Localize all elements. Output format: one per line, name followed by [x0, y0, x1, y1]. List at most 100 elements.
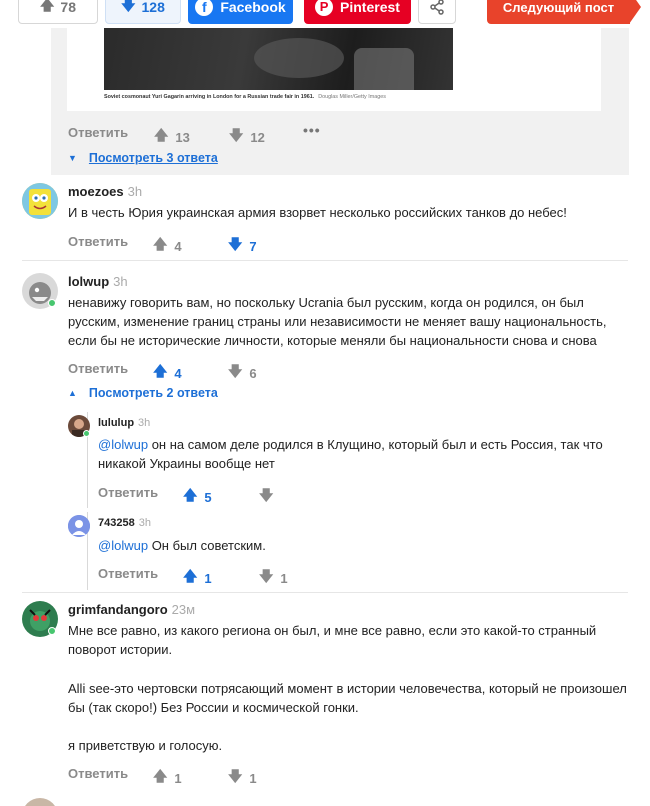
username[interactable]: grimfandangoro 23м: [68, 602, 195, 617]
facebook-share-button[interactable]: f Facebook: [188, 0, 293, 24]
view-replies-label: Посмотреть 2 ответа: [88, 386, 218, 400]
caption-credit: Douglas Miller/Getty Images: [318, 94, 386, 100]
gagarin-photo: [104, 28, 453, 90]
reply-label: Ответить: [68, 234, 129, 249]
post-downvote-button[interactable]: 🡇 128: [105, 0, 181, 24]
comment-text: И в честь Юрия украинская армия взорвет …: [68, 205, 567, 220]
downvote-button[interactable]: 🡇 1: [259, 566, 288, 590]
username-text: lululup: [98, 417, 135, 429]
caret-down-icon: ▼: [68, 153, 77, 163]
share-button[interactable]: [418, 0, 456, 24]
upvote-count: 5: [204, 489, 212, 505]
downvote-button[interactable]: 🡇 6: [228, 361, 257, 385]
upvote-count: 4: [174, 365, 182, 381]
share-icon: [430, 0, 444, 15]
downvote-button[interactable]: 🡇: [259, 485, 280, 509]
divider: [22, 260, 628, 261]
caption-text: Soviet cosmonaut Yuri Gagarin arriving i…: [104, 94, 315, 100]
more-options-icon[interactable]: •••: [303, 122, 321, 138]
upvote-count: 1: [204, 570, 212, 586]
pinterest-icon: P: [315, 0, 334, 16]
upvote-button[interactable]: 🡅 1: [183, 566, 212, 590]
timestamp: 3h: [138, 517, 151, 529]
username-text: grimfandangoro: [68, 602, 168, 617]
arrow-up-icon: 🡅: [153, 768, 168, 784]
reply-button[interactable]: Ответить: [98, 566, 158, 581]
online-indicator: [48, 299, 56, 307]
upvote-button[interactable]: 🡅 5: [183, 485, 212, 509]
downvote-button[interactable]: 🡇 1: [228, 766, 257, 790]
view-replies-label: Посмотреть 3 ответа: [88, 151, 218, 165]
comment-image: Soviet cosmonaut Yuri Gagarin arriving i…: [67, 28, 601, 111]
default-user-avatar-icon: [68, 515, 90, 537]
upvote-button[interactable]: 🡅 4: [153, 361, 182, 385]
username-text: lolwup: [68, 274, 110, 289]
comment-text: я приветствую и голосую.: [68, 738, 223, 753]
arrow-up-icon: 🡅: [153, 363, 168, 379]
share-toolbar: 🡅 78 🡇 128 f Facebook P Pinterest Следую…: [0, 0, 650, 26]
downvote-count: 6: [249, 365, 257, 381]
comment-text: @lolwup он на самом деле родился в Клущи…: [98, 435, 628, 473]
downvote-count: 1: [280, 570, 288, 586]
arrow-down-icon: 🡇: [228, 236, 243, 252]
arrow-up-icon: 🡅: [40, 0, 55, 13]
avatar[interactable]: [68, 515, 90, 537]
reply-button[interactable]: Ответить: [68, 234, 128, 249]
upvote-count: 1: [174, 770, 182, 786]
reply-button[interactable]: Ответить: [68, 125, 128, 140]
avatar[interactable]: [22, 798, 58, 806]
highlighted-comment: Soviet cosmonaut Yuri Gagarin arriving i…: [51, 28, 629, 175]
downvote-button[interactable]: 🡇 7: [228, 234, 257, 258]
comment-text: Мне все равно, из какого региона он был,…: [68, 623, 597, 657]
arrow-down-icon: 🡇: [229, 127, 244, 143]
next-post-button[interactable]: Следующий пост: [487, 0, 641, 24]
arrow-down-icon: 🡇: [228, 768, 243, 784]
downvote-count: 12: [250, 129, 265, 145]
post-upvote-button[interactable]: 🡅 78: [18, 0, 98, 24]
pinterest-share-button[interactable]: P Pinterest: [304, 0, 411, 24]
arrow-up-icon: 🡅: [154, 127, 169, 143]
timestamp: 3h: [113, 274, 128, 289]
reply-button[interactable]: Ответить: [68, 766, 128, 781]
arrow-up-icon: 🡅: [183, 568, 198, 584]
upvote-button[interactable]: 🡅 4: [153, 234, 182, 258]
reply-button[interactable]: Ответить: [68, 361, 128, 376]
timestamp: 3h: [138, 417, 151, 429]
username[interactable]: lululup 3h: [98, 417, 150, 429]
mention-link[interactable]: @lolwup: [98, 437, 148, 452]
reply-button[interactable]: Ответить: [98, 485, 158, 500]
upvote-count: 13: [175, 129, 190, 145]
upvote-count: 78: [60, 0, 76, 15]
reply-label: Ответить: [68, 766, 129, 781]
reply-label: Ответить: [68, 361, 129, 376]
arrow-up-icon: 🡅: [183, 487, 198, 503]
mention-link[interactable]: @lolwup: [98, 538, 148, 553]
divider: [22, 592, 628, 593]
pinterest-label: Pinterest: [340, 0, 400, 15]
next-post-label: Следующий пост: [502, 0, 615, 15]
username-text: moezoes: [68, 184, 124, 199]
view-replies-link[interactable]: ▼ Посмотреть 3 ответа: [68, 151, 218, 165]
facebook-label: Facebook: [220, 0, 286, 15]
comment-text: Alli see-это чертовски потрясающий момен…: [68, 681, 627, 715]
reply-text: Он был советским.: [151, 538, 266, 553]
upvote-button[interactable]: 🡅 13: [154, 125, 190, 149]
reply-label: Ответить: [98, 566, 159, 581]
username[interactable]: moezoes 3h: [68, 184, 142, 199]
comment-text: @lolwup Он был советским.: [98, 536, 628, 555]
username[interactable]: lolwup 3h: [68, 274, 128, 289]
facebook-icon: f: [195, 0, 214, 16]
reply-label: Ответить: [98, 485, 159, 500]
view-replies-link[interactable]: ▲ Посмотреть 2 ответа: [68, 386, 218, 400]
avatar[interactable]: [22, 183, 58, 219]
username[interactable]: 743258 3h: [98, 517, 151, 529]
downvote-button[interactable]: 🡇 12: [229, 125, 265, 149]
caret-up-icon: ▲: [68, 388, 77, 398]
upvote-count: 4: [174, 238, 182, 254]
online-indicator: [48, 627, 56, 635]
upvote-button[interactable]: 🡅 1: [153, 766, 182, 790]
arrow-down-icon: 🡇: [121, 0, 136, 13]
arrow-down-icon: 🡇: [228, 363, 243, 379]
reply-label: Ответить: [68, 125, 129, 140]
spongebob-avatar-icon: [22, 183, 58, 219]
